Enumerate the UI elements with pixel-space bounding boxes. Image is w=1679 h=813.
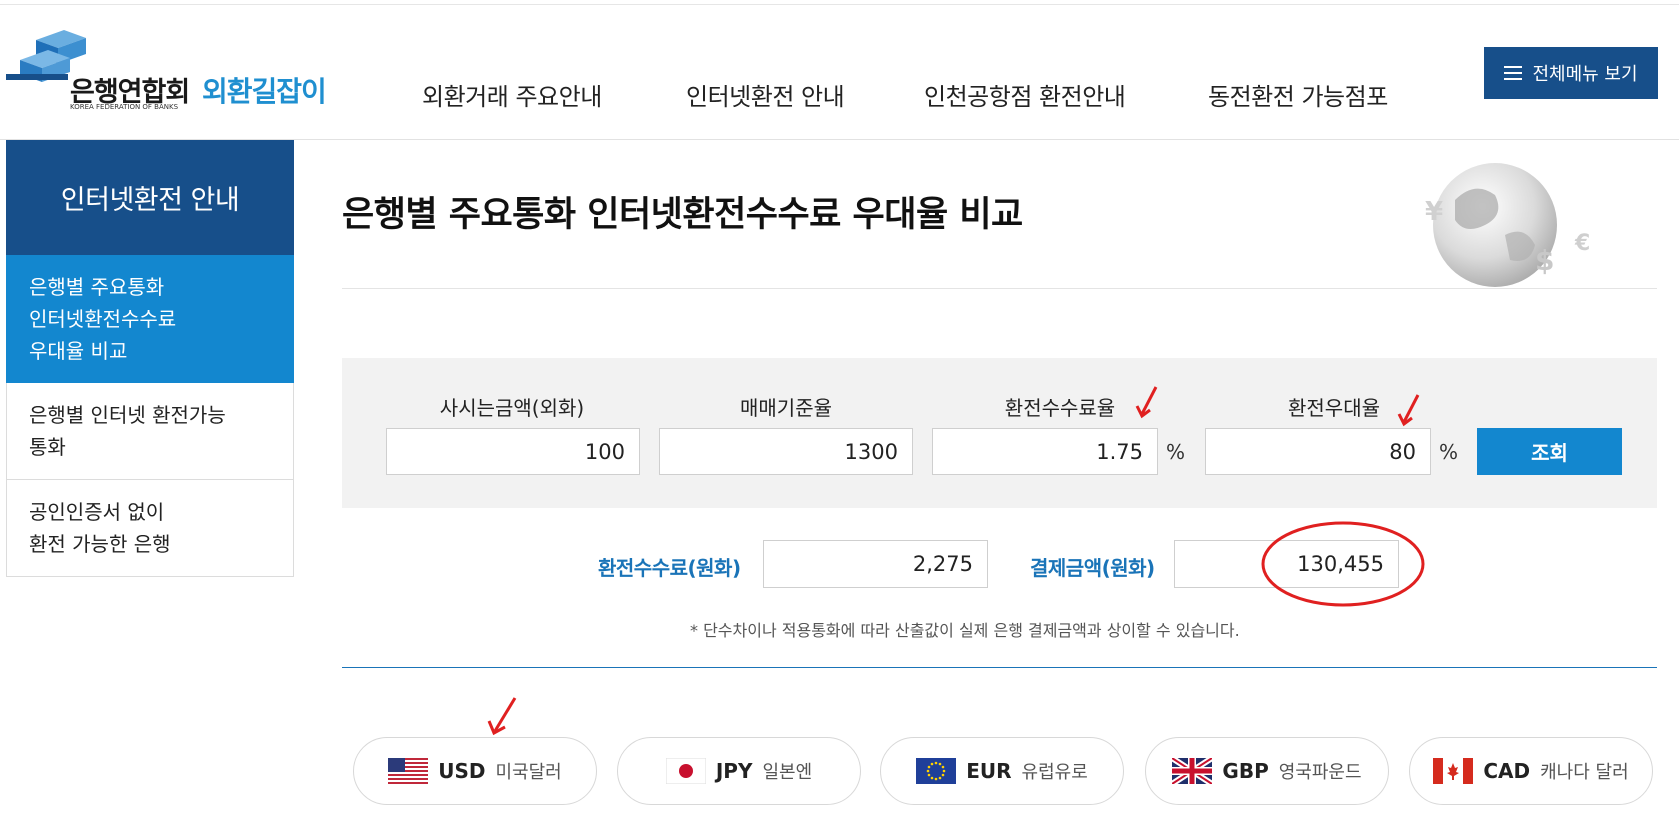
section-divider	[342, 667, 1657, 668]
currency-button-usd[interactable]: USD 미국달러	[353, 737, 597, 805]
sidebar-item-no-certificate[interactable]: 공인인증서 없이 환전 가능한 은행	[6, 480, 294, 577]
jp-flag-icon	[665, 758, 706, 784]
fee-rate-percent: %	[1166, 440, 1186, 464]
fee-rate-label: 환전수수료율	[1004, 396, 1116, 420]
logo-service-name: 외환길잡이	[202, 75, 327, 108]
gb-flag-icon	[1172, 758, 1213, 784]
hamburger-icon	[1504, 66, 1523, 80]
us-flag-icon	[388, 758, 429, 784]
currency-name: 캐나다 달러	[1540, 762, 1629, 783]
svg-text:¥: ¥	[1425, 197, 1443, 227]
sidebar-item-label: 은행별 주요통화	[29, 274, 165, 299]
ca-flag-icon	[1433, 758, 1474, 784]
sidebar-item-label: 통화	[29, 435, 66, 459]
currency-name: 미국달러	[495, 762, 562, 783]
currency-code: CAD	[1483, 759, 1531, 783]
currency-name: 영국파운드	[1278, 762, 1362, 783]
sidebar-title: 인터넷환전 안내	[6, 140, 294, 255]
currency-button-gbp[interactable]: GBP 영국파운드	[1145, 737, 1389, 805]
sidebar-item-label: 공인인증서 없이	[29, 500, 165, 524]
site-logo[interactable]: 은행연합회 KOREA FEDERATION OF BANKS 외환길잡이	[6, 30, 346, 120]
currency-button-eur[interactable]: EUR 유럽유로	[880, 737, 1124, 805]
currency-code: EUR	[966, 759, 1012, 783]
globe-decoration-icon: $ ¥ €	[1425, 163, 1590, 287]
currency-button-cad[interactable]: CAD 캐나다 달러	[1409, 737, 1653, 805]
currency-name: 일본엔	[762, 762, 813, 783]
fee-rate-input[interactable]: 1.75	[932, 428, 1158, 475]
nav-item-coin-exchange[interactable]: 동전환전 가능점포	[1208, 77, 1388, 112]
amount-label: 사시는금액(외화)	[439, 396, 585, 420]
sidebar-item-available-currency[interactable]: 은행별 인터넷 환전가능 통화	[6, 383, 294, 480]
eu-flag-icon	[916, 758, 957, 784]
currency-button-jpy[interactable]: JPY 일본엔	[617, 737, 861, 805]
logo-english-text: KOREA FEDERATION OF BANKS	[70, 103, 179, 111]
query-button[interactable]: 조회	[1477, 428, 1622, 475]
svg-text:€: €	[1574, 231, 1590, 256]
payment-result-label: 결제금액(원화)	[1030, 556, 1155, 580]
fee-result-value: 2,275	[763, 540, 988, 588]
currency-code: JPY	[715, 759, 753, 783]
nav-item-fx-guide[interactable]: 외환거래 주요안내	[422, 77, 602, 112]
sidebar-item-label: 인터넷환전수수료	[29, 306, 177, 331]
base-rate-input[interactable]: 1300	[659, 428, 913, 475]
sidebar-item-fee-comparison[interactable]: 은행별 주요통화 인터넷환전수수료 우대율 비교	[6, 255, 294, 383]
discount-rate-label: 환전우대율	[1288, 396, 1380, 420]
all-menu-button[interactable]: 전체메뉴 보기	[1484, 47, 1658, 99]
site-header: 은행연합회 KOREA FEDERATION OF BANKS 외환길잡이 외환…	[0, 0, 1679, 140]
sidebar-item-label: 우대율 비교	[29, 338, 128, 363]
sidebar-item-label: 환전 가능한 은행	[29, 532, 171, 556]
discount-rate-percent: %	[1439, 440, 1459, 464]
nav-item-internet-exchange[interactable]: 인터넷환전 안내	[686, 77, 845, 112]
payment-result-value: 130,455	[1174, 540, 1399, 588]
annotation-arrow-icon	[487, 697, 517, 736]
currency-name: 유럽유로	[1021, 762, 1088, 783]
base-rate-label: 매매기준율	[740, 396, 832, 420]
nav-item-incheon-airport[interactable]: 인천공항점 환전안내	[924, 77, 1126, 112]
discount-rate-input[interactable]: 80	[1205, 428, 1431, 475]
amount-input[interactable]: 100	[386, 428, 640, 475]
sidebar: 인터넷환전 안내 은행별 주요통화 인터넷환전수수료 우대율 비교 은행별 인터…	[6, 140, 294, 577]
page-title: 은행별 주요통화 인터넷환전수수료 우대율 비교	[342, 195, 1023, 235]
svg-text:$: $	[1535, 244, 1554, 277]
title-divider	[342, 288, 1657, 289]
calculator-panel: 사시는금액(외화) 매매기준율 환전수수료율 환전우대율 100 1300 1.…	[342, 358, 1657, 508]
fee-result-label: 환전수수료(원화)	[598, 556, 741, 580]
currency-code: GBP	[1222, 759, 1269, 783]
disclaimer-note: * 단수차이나 적용통화에 따라 산출값이 실제 은행 결제금액과 상이할 수 …	[690, 621, 1240, 640]
currency-code: USD	[438, 759, 486, 783]
sidebar-item-label: 은행별 인터넷 환전가능	[29, 403, 226, 427]
all-menu-label: 전체메뉴 보기	[1532, 64, 1638, 85]
